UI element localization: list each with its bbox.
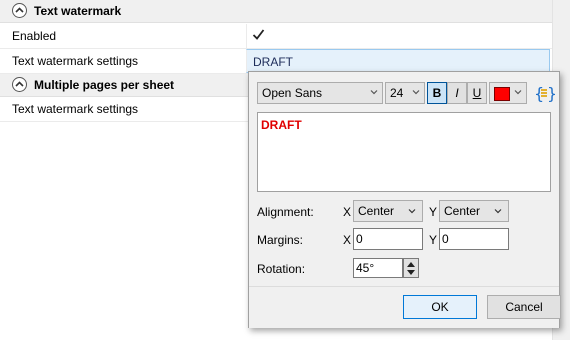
chevron-down-icon — [370, 90, 378, 95]
alignment-y-select[interactable]: Center — [439, 200, 509, 222]
font-family-combo[interactable]: Open Sans — [257, 82, 383, 104]
rotation-input[interactable]: 45° — [353, 258, 403, 278]
font-family-value: Open Sans — [262, 86, 323, 100]
enabled-checkbox[interactable] — [252, 28, 265, 41]
section-multiple-pages[interactable]: Multiple pages per sheet — [0, 74, 248, 97]
insert-field-icon[interactable]: { } — [533, 82, 555, 104]
watermark-text-editor[interactable]: DRAFT — [257, 112, 551, 192]
alignment-x-label: X — [343, 205, 352, 219]
rotation-value: 45° — [356, 261, 375, 275]
alignment-label: Alignment: — [257, 205, 314, 219]
rotation-label: Rotation: — [257, 262, 306, 276]
section-title: Text watermark — [34, 4, 122, 18]
font-size-value: 24 — [390, 86, 404, 100]
spin-up-icon[interactable] — [407, 261, 415, 267]
alignment-x-select[interactable]: Center — [353, 200, 423, 222]
margin-y-value: 0 — [442, 232, 449, 246]
svg-text:}: } — [547, 84, 555, 103]
row-label: Text watermark settings — [12, 102, 139, 116]
row-label: Text watermark settings — [12, 54, 139, 68]
popup-footer: OK Cancel — [249, 286, 561, 328]
margins-label: Margins: — [257, 233, 304, 247]
margin-x-label: X — [343, 233, 352, 247]
row-value — [246, 24, 553, 48]
margin-y-label: Y — [429, 233, 438, 247]
chevron-down-icon — [412, 90, 420, 95]
row-label: Enabled — [12, 29, 57, 43]
color-swatch — [494, 87, 510, 101]
chevron-down-icon — [494, 209, 502, 214]
rotation-spinner[interactable] — [403, 258, 419, 278]
chevron-down-icon — [514, 90, 522, 95]
italic-toggle[interactable]: I — [447, 82, 467, 104]
underline-toggle[interactable]: U — [467, 82, 487, 104]
font-size-combo[interactable]: 24 — [385, 82, 425, 104]
alignment-y-label: Y — [429, 205, 438, 219]
ok-button[interactable]: OK — [403, 295, 477, 319]
watermark-settings-value[interactable]: DRAFT — [246, 49, 550, 73]
cancel-button[interactable]: Cancel — [487, 295, 561, 319]
margin-x-input[interactable]: 0 — [353, 228, 423, 250]
chevron-down-icon — [408, 209, 416, 214]
text-color-picker[interactable] — [489, 82, 527, 104]
section-title: Multiple pages per sheet — [34, 78, 175, 92]
spin-down-icon[interactable] — [407, 270, 415, 276]
row-enabled: Enabled — [0, 24, 552, 49]
collapse-chevron-icon[interactable] — [12, 77, 27, 92]
alignment-y-value: Center — [444, 204, 481, 218]
margin-x-value: 0 — [356, 232, 363, 246]
settings-value-text: DRAFT — [253, 55, 293, 69]
section-text-watermark[interactable]: Text watermark — [0, 0, 552, 23]
collapse-chevron-icon[interactable] — [12, 3, 27, 18]
alignment-x-value: Center — [358, 204, 395, 218]
row-mps-settings: Text watermark settings — [0, 97, 248, 122]
editor-text: DRAFT — [261, 118, 302, 132]
bold-toggle[interactable]: B — [427, 82, 447, 104]
margin-y-input[interactable]: 0 — [439, 228, 509, 250]
watermark-settings-popup: Open Sans 24 B I U { } DRAFT Alignment: … — [248, 71, 561, 328]
